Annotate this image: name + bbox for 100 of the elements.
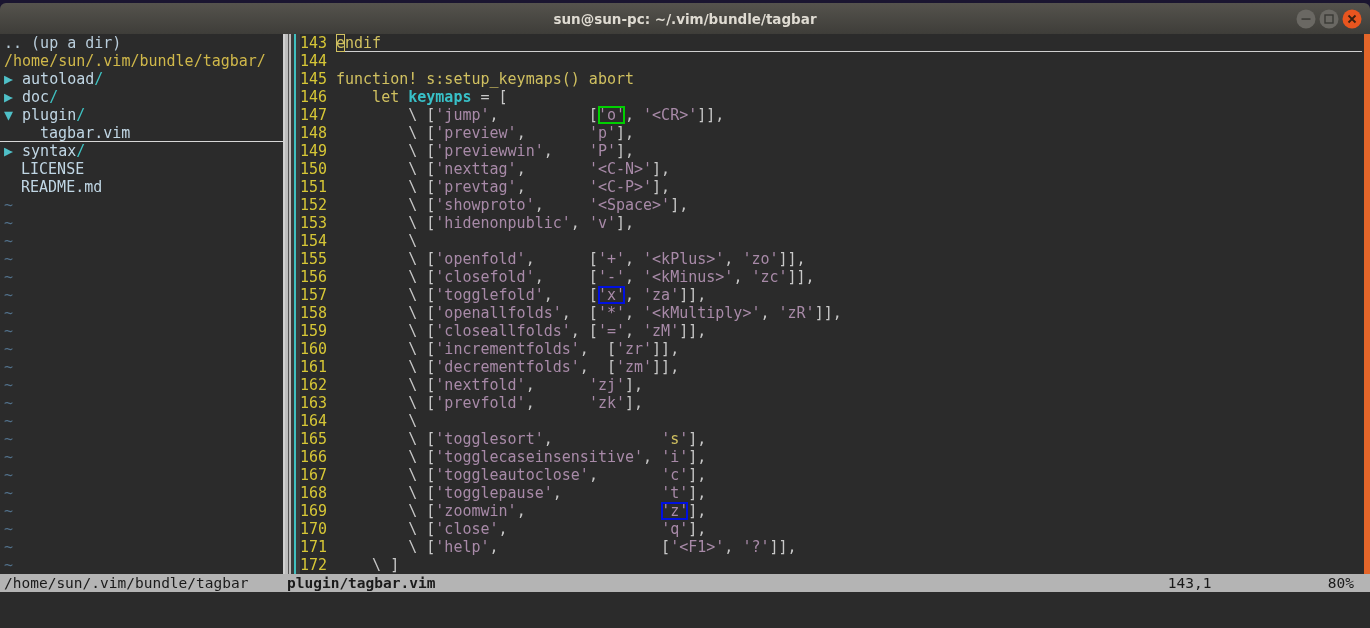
line-number: 161: [300, 358, 329, 376]
code-line: \ ['togglecaseinsensitive', 'i'],: [407, 448, 708, 466]
empty-line-marker: ~: [3, 268, 14, 286]
status-path: /home/sun/.vim/bundle/tagbar: [3, 574, 250, 592]
code-line: \ ['hidenonpublic', 'v'],: [407, 214, 636, 232]
status-file-name: plugin/tagbar.vim: [287, 574, 436, 592]
line-number: 147: [300, 106, 329, 124]
empty-line-marker: ~: [3, 412, 14, 430]
empty-line-marker: ~: [3, 322, 14, 340]
line-number: 163: [300, 394, 329, 412]
code-line: \ ['previewwin', 'P'],: [407, 142, 636, 160]
line-number: 143: [300, 34, 329, 52]
code-line: \ ]: [371, 556, 401, 574]
line-number: 166: [300, 448, 329, 466]
tree-folder[interactable]: ▶ autoload/: [0, 70, 283, 88]
code-line: \: [407, 412, 419, 430]
close-button[interactable]: [1342, 9, 1362, 29]
code-line: \ ['prevfold', 'zk'],: [407, 394, 645, 412]
empty-line-marker: ~: [3, 556, 14, 574]
line-number: 146: [300, 88, 329, 106]
line-number: 148: [300, 124, 329, 142]
line-number: 157: [300, 286, 329, 304]
line-number: 151: [300, 178, 329, 196]
scrollbar-thumb[interactable]: [1364, 34, 1370, 574]
empty-line-marker: ~: [3, 196, 14, 214]
line-number: 162: [300, 376, 329, 394]
tree-file[interactable]: README.md: [0, 178, 283, 196]
cursor-position: 143,1: [1167, 574, 1213, 592]
empty-line-marker: ~: [3, 232, 14, 250]
code-line: \ ['nexttag', '<C-N>'],: [407, 160, 672, 178]
tree-folder[interactable]: ▼ plugin/: [0, 106, 283, 124]
code-line: \ ['openfold', ['+', '<kPlus>', 'zo']],: [407, 250, 807, 268]
highlight-box: 'x': [597, 286, 625, 304]
line-number: 160: [300, 340, 329, 358]
code-line: \ ['preview', 'p'],: [407, 124, 636, 142]
line-number: 153: [300, 214, 329, 232]
highlight-box: 'o': [597, 106, 625, 124]
code-line: \ ['togglesort', 's'],: [407, 430, 708, 448]
line-number: 145: [300, 70, 329, 88]
empty-line-marker: ~: [3, 520, 14, 538]
code-line: let keymaps = [: [371, 88, 509, 106]
maximize-button[interactable]: [1319, 9, 1339, 29]
code-line: \ ['closefold', ['-', '<kMinus>', 'zc']],: [407, 268, 816, 286]
empty-line-marker: ~: [3, 538, 14, 556]
line-number: 159: [300, 322, 329, 340]
line-number: 169: [300, 502, 329, 520]
empty-line-marker: ~: [3, 358, 14, 376]
line-number: 167: [300, 466, 329, 484]
empty-line-marker: ~: [3, 430, 14, 448]
empty-line-marker: ~: [3, 502, 14, 520]
code-line: \ ['incrementfolds', ['zr']],: [407, 340, 681, 358]
line-number: 165: [300, 430, 329, 448]
code-line: \: [407, 232, 419, 250]
code-line: \ ['closeallfolds', ['=', 'zM']],: [407, 322, 708, 340]
code-line: \ ['showproto', '<Space>'],: [407, 196, 690, 214]
code-line: endif: [336, 34, 1362, 52]
scroll-percent: 80%: [1327, 574, 1355, 592]
code-line: \ ['togglepause', 't'],: [407, 484, 708, 502]
line-number: 155: [300, 250, 329, 268]
highlight-box: 'z': [661, 502, 689, 520]
tree-file[interactable]: LICENSE: [0, 160, 283, 178]
code-line: \ ['nextfold', 'zj'],: [407, 376, 645, 394]
empty-line-marker: ~: [3, 250, 14, 268]
empty-line-marker: ~: [3, 484, 14, 502]
tree-file[interactable]: tagbar.vim: [0, 124, 283, 142]
code-line: \ ['close', 'q'],: [407, 520, 708, 538]
code-line: \ ['help', ['<F1>', '?']],: [407, 538, 798, 556]
tree-folder[interactable]: ▶ syntax/: [0, 142, 283, 160]
window-title: sun@sun-pc: ~/.vim/bundle/tagbar: [553, 10, 817, 27]
empty-line-marker: ~: [3, 466, 14, 484]
text-cursor: e: [336, 34, 346, 52]
code-line: \ ['togglefold', ['x', 'za']],: [407, 286, 708, 304]
line-number: 164: [300, 412, 329, 430]
empty-line-marker: ~: [3, 394, 14, 412]
line-number: 144: [300, 52, 329, 70]
empty-line-marker: ~: [3, 376, 14, 394]
empty-line-marker: ~: [3, 214, 14, 232]
code-line: \ ['prevtag', '<C-P>'],: [407, 178, 672, 196]
line-number: 168: [300, 484, 329, 502]
line-number: 149: [300, 142, 329, 160]
line-number: 172: [300, 556, 329, 574]
empty-line-marker: ~: [3, 448, 14, 466]
line-number: 150: [300, 160, 329, 178]
tree-folder[interactable]: ▶ doc/: [0, 88, 283, 106]
code-line: \ ['openallfolds', ['*', '<kMultiply>', 'zR']],: [407, 304, 843, 322]
current-path: /home/sun/.vim/bundle/tagbar/: [3, 52, 266, 70]
line-number: 170: [300, 520, 329, 538]
line-number: 171: [300, 538, 329, 556]
code-line: \ ['toggleautoclose', 'c'],: [407, 466, 708, 484]
code-line: \ ['decrementfolds', ['zm']],: [407, 358, 681, 376]
code-line: \ ['zoomwin', 'z'],: [407, 502, 708, 520]
line-number: 154: [300, 232, 329, 250]
empty-line-marker: ~: [3, 304, 14, 322]
minimize-button[interactable]: [1296, 9, 1316, 29]
code-line: \ ['jump', ['o', '<CR>']],: [407, 106, 726, 124]
parent-dir-entry[interactable]: .. (up a dir): [0, 34, 122, 52]
empty-line-marker: ~: [3, 286, 14, 304]
line-number: 158: [300, 304, 329, 322]
line-number: 156: [300, 268, 329, 286]
empty-line-marker: ~: [3, 340, 14, 358]
